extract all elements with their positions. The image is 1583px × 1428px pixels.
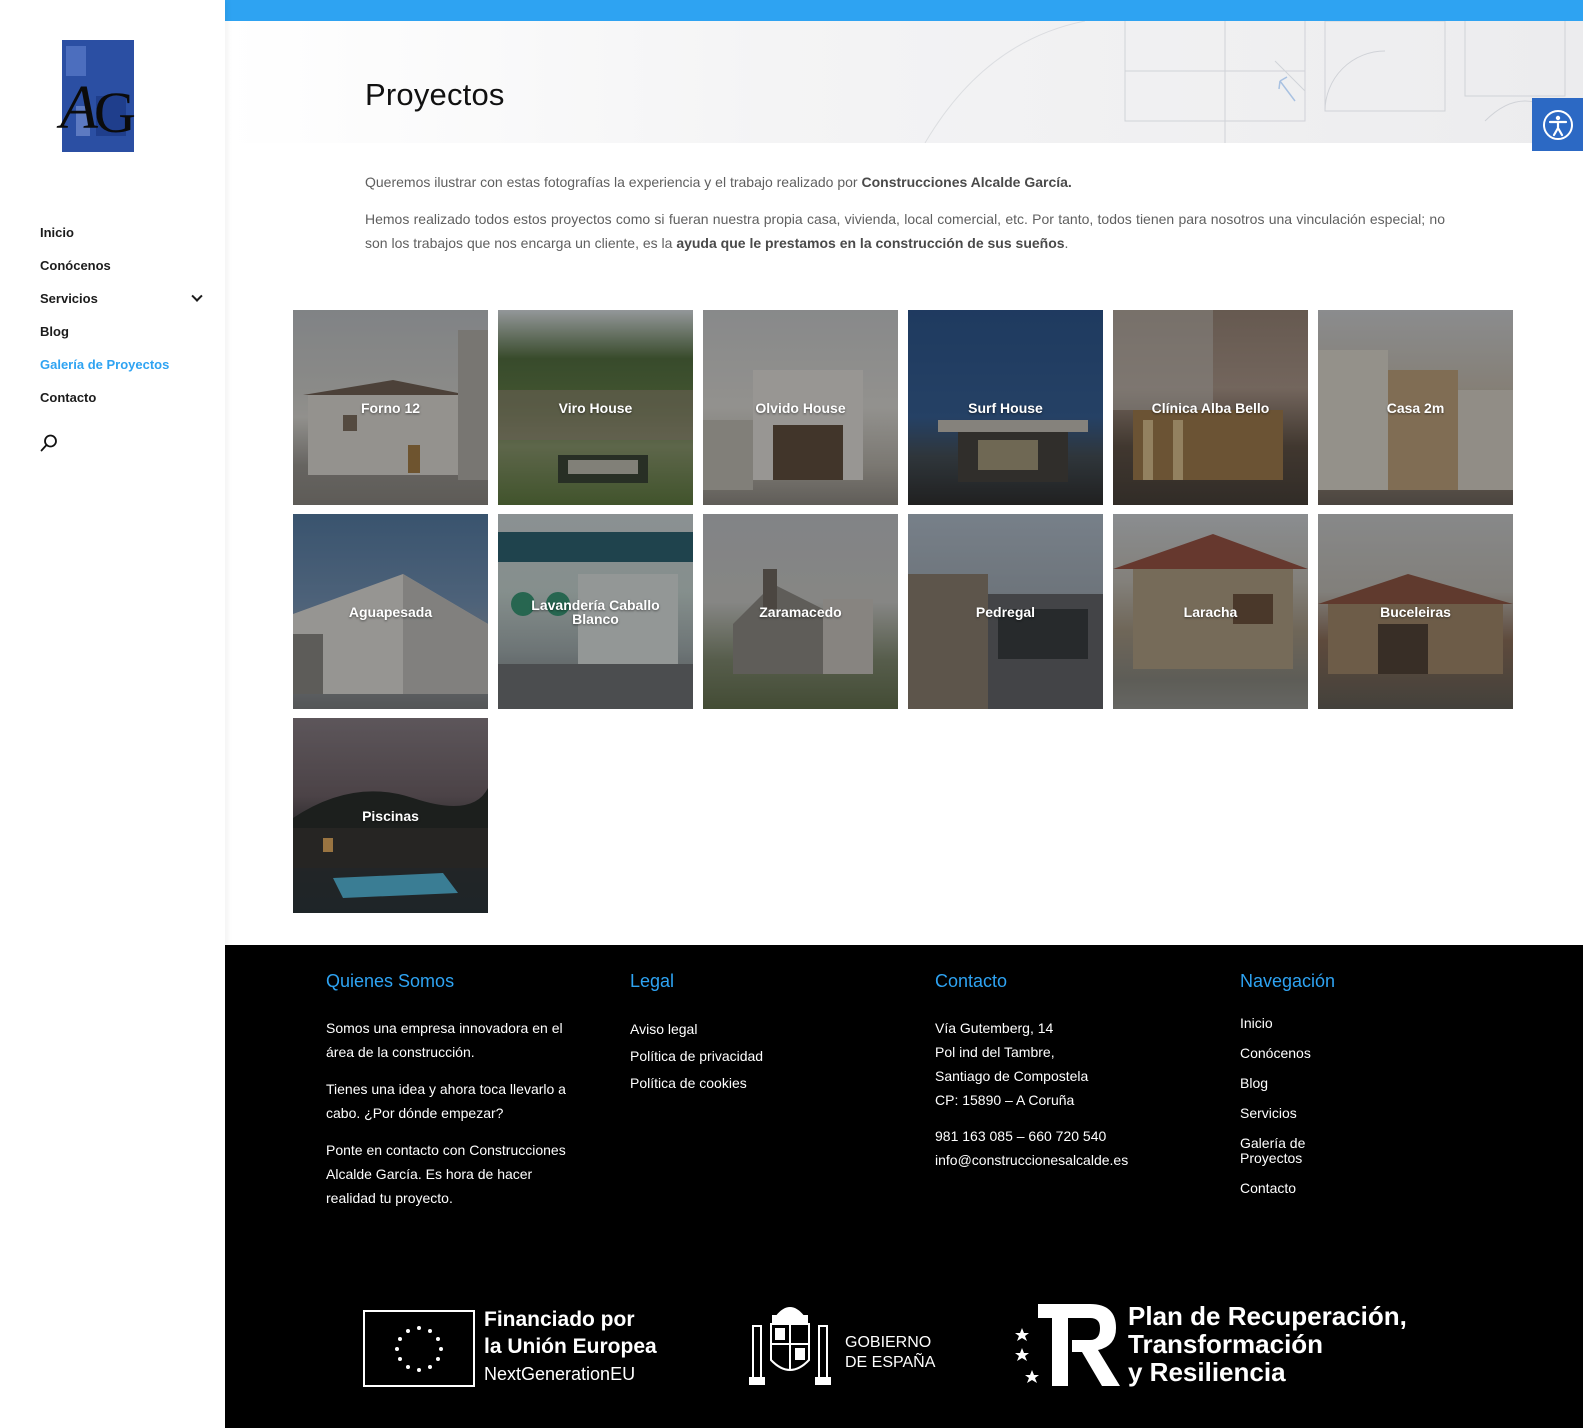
project-label: Aguapesada bbox=[348, 603, 433, 620]
project-tile[interactable]: Forno 12 bbox=[293, 310, 488, 505]
sidebar: A G Inicio Conócenos Servicios Blog Gale… bbox=[0, 0, 225, 1428]
nav-label: Blog bbox=[40, 324, 69, 339]
footer-nav-servicios[interactable]: Servicios bbox=[1240, 1106, 1400, 1121]
main-nav: Inicio Conócenos Servicios Blog Galería … bbox=[40, 216, 205, 414]
project-label: Forno 12 bbox=[360, 399, 421, 416]
eu-line: NextGenerationEU bbox=[484, 1364, 636, 1384]
site-footer: Quienes Somos Somos una empresa innovado… bbox=[225, 945, 1583, 1428]
page-header: Proyectos bbox=[225, 21, 1583, 143]
project-tile[interactable]: Viro House bbox=[498, 310, 693, 505]
project-label: Olvido House bbox=[755, 399, 846, 416]
footer-nav-title: Navegación bbox=[1240, 971, 1336, 991]
project-tile[interactable]: Pedregal bbox=[908, 514, 1103, 709]
accessibility-icon bbox=[1542, 109, 1573, 140]
project-label: Viro House bbox=[558, 399, 633, 416]
footer-nav-blog[interactable]: Blog bbox=[1240, 1076, 1400, 1091]
project-tile[interactable]: Laracha bbox=[1113, 514, 1308, 709]
prtr-line: Plan de Recuperación, bbox=[1128, 1301, 1407, 1331]
project-tile[interactable]: Casa 2m bbox=[1318, 310, 1513, 505]
intro-paragraph-2: Hemos realizado todos estos proyectos co… bbox=[365, 207, 1445, 255]
footer-nav-conocenos[interactable]: Conócenos bbox=[1240, 1046, 1400, 1061]
footer-address-line: Pol ind del Tambre, bbox=[935, 1044, 1055, 1060]
intro-bold: ayuda que le prestamos en la construcció… bbox=[676, 235, 1065, 251]
footer-about-text: Ponte en contacto con Construcciones Alc… bbox=[326, 1142, 566, 1206]
nav-label: Inicio bbox=[40, 225, 74, 240]
project-label: Zaramacedo bbox=[759, 603, 842, 620]
prtr-text: Plan de Recuperación, Transformación y R… bbox=[1128, 1302, 1407, 1386]
project-tile[interactable]: Clínica Alba Bello bbox=[1113, 310, 1308, 505]
footer-navigation: Navegación Inicio Conócenos Blog Servici… bbox=[1240, 971, 1400, 1211]
nav-item-servicios[interactable]: Servicios bbox=[40, 282, 205, 315]
footer-link-aviso-legal[interactable]: Aviso legal bbox=[630, 1016, 870, 1043]
project-label: Lavandería Caballo Blanco bbox=[531, 596, 660, 627]
gov-line: DE ESPAÑA bbox=[845, 1354, 936, 1371]
intro-text: Queremos ilustrar con estas fotografías … bbox=[365, 170, 1445, 268]
nav-label: Galería de Proyectos bbox=[40, 357, 170, 372]
project-label: Casa 2m bbox=[1386, 399, 1445, 416]
project-label: Clínica Alba Bello bbox=[1151, 399, 1270, 416]
project-tile[interactable]: Olvido House bbox=[703, 310, 898, 505]
footer-nav-inicio[interactable]: Inicio bbox=[1240, 1016, 1400, 1031]
project-label: Buceleiras bbox=[1380, 603, 1451, 620]
project-tile[interactable]: Surf House bbox=[908, 310, 1103, 505]
gov-text: GOBIERNO DE ESPAÑA bbox=[845, 1333, 935, 1373]
footer-nav-galeria[interactable]: Galería de Proyectos bbox=[1240, 1136, 1340, 1166]
footer-legal-title: Legal bbox=[630, 971, 675, 991]
footer-email[interactable]: info@construccionesalcalde.es bbox=[935, 1152, 1128, 1168]
intro-text-part: . bbox=[1064, 235, 1069, 251]
project-label: Laracha bbox=[1183, 603, 1238, 620]
footer-contact: Contacto Vía Gutemberg, 14 Pol ind del T… bbox=[935, 971, 1195, 1185]
project-tile[interactable]: Aguapesada bbox=[293, 514, 488, 709]
project-tile[interactable]: Zaramacedo bbox=[703, 514, 898, 709]
footer-phone[interactable]: 981 163 085 – 660 720 540 bbox=[935, 1128, 1106, 1144]
svg-text:G: G bbox=[94, 80, 136, 145]
footer-nav-contacto[interactable]: Contacto bbox=[1240, 1181, 1400, 1196]
footer-legal: Legal Aviso legal Política de privacidad… bbox=[630, 971, 870, 1097]
footer-address-line: CP: 15890 – A Coruña bbox=[935, 1092, 1075, 1108]
prtr-line: y Resiliencia bbox=[1128, 1357, 1286, 1387]
footer-contact-title: Contacto bbox=[935, 971, 1008, 991]
nav-item-inicio[interactable]: Inicio bbox=[40, 216, 205, 249]
nav-label: Contacto bbox=[40, 390, 97, 405]
gov-line: GOBIERNO bbox=[845, 1334, 932, 1351]
search-icon[interactable] bbox=[40, 434, 58, 452]
nav-item-galeria[interactable]: Galería de Proyectos bbox=[40, 348, 205, 381]
footer-about-title: Quienes Somos bbox=[326, 971, 455, 991]
project-tile[interactable]: Buceleiras bbox=[1318, 514, 1513, 709]
footer-about: Quienes Somos Somos una empresa innovado… bbox=[326, 971, 566, 1223]
project-tile[interactable]: Piscinas bbox=[293, 718, 488, 913]
prtr-logo-icon bbox=[1015, 1304, 1120, 1386]
eu-line: Financiado por bbox=[484, 1308, 635, 1331]
eu-funding-text: Financiado por la Unión Europea NextGene… bbox=[484, 1306, 657, 1388]
intro-bold: Construcciones Alcalde García. bbox=[861, 174, 1072, 190]
project-label: Surf House bbox=[968, 399, 1043, 416]
funding-logos: Financiado por la Unión Europea NextGene… bbox=[225, 1300, 1583, 1400]
intro-text-part: Queremos ilustrar con estas fotografías … bbox=[365, 174, 862, 190]
chevron-down-icon[interactable] bbox=[191, 290, 203, 302]
intro-paragraph-1: Queremos ilustrar con estas fotografías … bbox=[365, 170, 1445, 194]
eu-flag-icon bbox=[363, 1310, 475, 1387]
nav-item-blog[interactable]: Blog bbox=[40, 315, 205, 348]
footer-address-line: Santiago de Compostela bbox=[935, 1068, 1089, 1084]
footer-about-text: Tienes una idea y ahora toca llevarlo a … bbox=[326, 1081, 566, 1121]
eu-line: la Unión Europea bbox=[484, 1335, 657, 1358]
project-label: Pedregal bbox=[975, 603, 1036, 620]
footer-link-privacidad[interactable]: Política de privacidad bbox=[630, 1043, 870, 1070]
spain-coat-of-arms-icon bbox=[749, 1307, 831, 1385]
nav-item-conocenos[interactable]: Conócenos bbox=[40, 249, 205, 282]
project-tile[interactable]: Lavandería Caballo Blanco bbox=[498, 514, 693, 709]
nav-label: Conócenos bbox=[40, 258, 111, 273]
footer-address-line: Vía Gutemberg, 14 bbox=[935, 1020, 1054, 1036]
company-logo[interactable]: A G bbox=[56, 36, 140, 158]
top-accent-bar bbox=[225, 0, 1583, 21]
nav-label: Servicios bbox=[40, 291, 98, 306]
svg-text:A: A bbox=[56, 74, 99, 142]
footer-link-cookies[interactable]: Política de cookies bbox=[630, 1070, 870, 1097]
accessibility-button[interactable] bbox=[1532, 98, 1583, 151]
nav-item-contacto[interactable]: Contacto bbox=[40, 381, 205, 414]
prtr-line: Transformación bbox=[1128, 1329, 1324, 1359]
footer-about-text: Somos una empresa innovadora en el área … bbox=[326, 1020, 563, 1060]
project-label: Piscinas bbox=[362, 807, 419, 824]
page-title: Proyectos bbox=[365, 77, 505, 112]
